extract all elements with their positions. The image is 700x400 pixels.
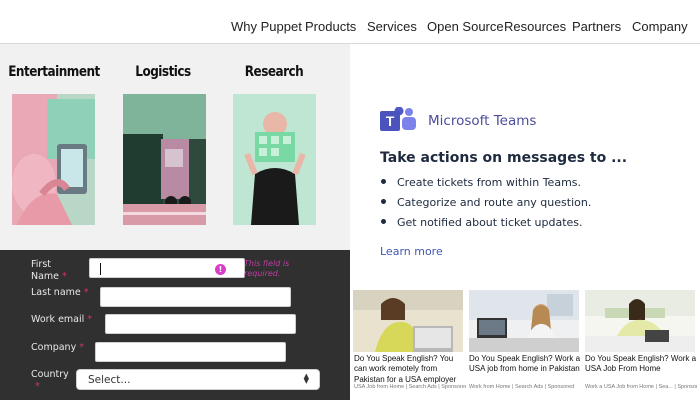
nav-why-puppet[interactable]: Why Puppet <box>231 19 302 34</box>
company-field[interactable] <box>95 342 286 364</box>
ad-source: USA Job from Home | Search Ads | Sponsor… <box>354 384 466 390</box>
industry-title-logistics: Logistics <box>135 64 191 80</box>
nav-open-source[interactable]: Open Source <box>427 19 504 34</box>
industry-title-research: Research <box>244 64 304 80</box>
work-email-input[interactable] <box>106 317 295 336</box>
first-name-label: First Name * <box>31 259 67 282</box>
nav-company[interactable]: Company <box>632 19 688 34</box>
country-select-value: Select... <box>88 374 131 386</box>
learn-more-link[interactable]: Learn more <box>380 245 443 258</box>
country-label: Country * <box>31 369 69 392</box>
company-label: Company * <box>31 342 84 353</box>
industry-image-entertainment[interactable] <box>12 94 95 225</box>
company-input[interactable] <box>96 345 285 364</box>
last-name-label: Last name * <box>31 287 89 298</box>
teams-brand-name: Microsoft Teams <box>428 113 537 129</box>
industries-panel: Entertainment Logistics Research <box>0 44 350 250</box>
ad-source: Work a USA Job from Home | Sea... | Spon… <box>585 384 697 390</box>
ad-image[interactable] <box>469 290 579 352</box>
text-cursor <box>100 263 101 275</box>
nav-resources[interactable]: Resources <box>504 19 566 34</box>
teams-headline: Take actions on messages to ... <box>380 150 628 166</box>
select-arrows-icon: ▲ ▼ <box>303 372 309 385</box>
ad-title[interactable]: Do You Speak English? Work a USA Job Fro… <box>585 354 697 375</box>
first-name-error-message: This field is required. <box>244 259 290 278</box>
first-name-field[interactable]: ! <box>89 258 245 278</box>
nav-partners[interactable]: Partners <box>572 19 621 34</box>
teams-bullet-item: Categorize and route any question. <box>381 196 591 209</box>
work-email-field[interactable] <box>105 314 296 336</box>
top-navigation: Why Puppet Products Services Open Source… <box>0 0 700 44</box>
ad-title[interactable]: Do You Speak English? You can work remot… <box>354 354 466 385</box>
nav-services[interactable]: Services <box>367 19 417 34</box>
ad-image[interactable] <box>353 290 463 352</box>
last-name-field[interactable] <box>100 287 291 309</box>
industry-image-research[interactable] <box>233 94 316 225</box>
teams-bullet-item: Create tickets from within Teams. <box>381 176 581 189</box>
microsoft-teams-logo-icon: T <box>380 106 418 133</box>
ad-image[interactable] <box>585 290 695 352</box>
last-name-input[interactable] <box>101 290 290 309</box>
teams-bullet-item: Get notified about ticket updates. <box>381 216 583 229</box>
country-select[interactable]: Select... ▲ ▼ <box>76 369 320 390</box>
industry-image-logistics[interactable] <box>123 94 206 225</box>
ad-source: Work from Home | Search Ads | Sponsored <box>469 384 575 390</box>
industry-title-entertainment: Entertainment <box>8 64 100 80</box>
work-email-label: Work email * <box>31 314 93 325</box>
nav-products[interactable]: Products <box>305 19 356 34</box>
ad-title[interactable]: Do You Speak English? Work a USA job fro… <box>469 354 581 375</box>
svg-text:T: T <box>386 113 395 129</box>
error-icon: ! <box>215 264 226 275</box>
